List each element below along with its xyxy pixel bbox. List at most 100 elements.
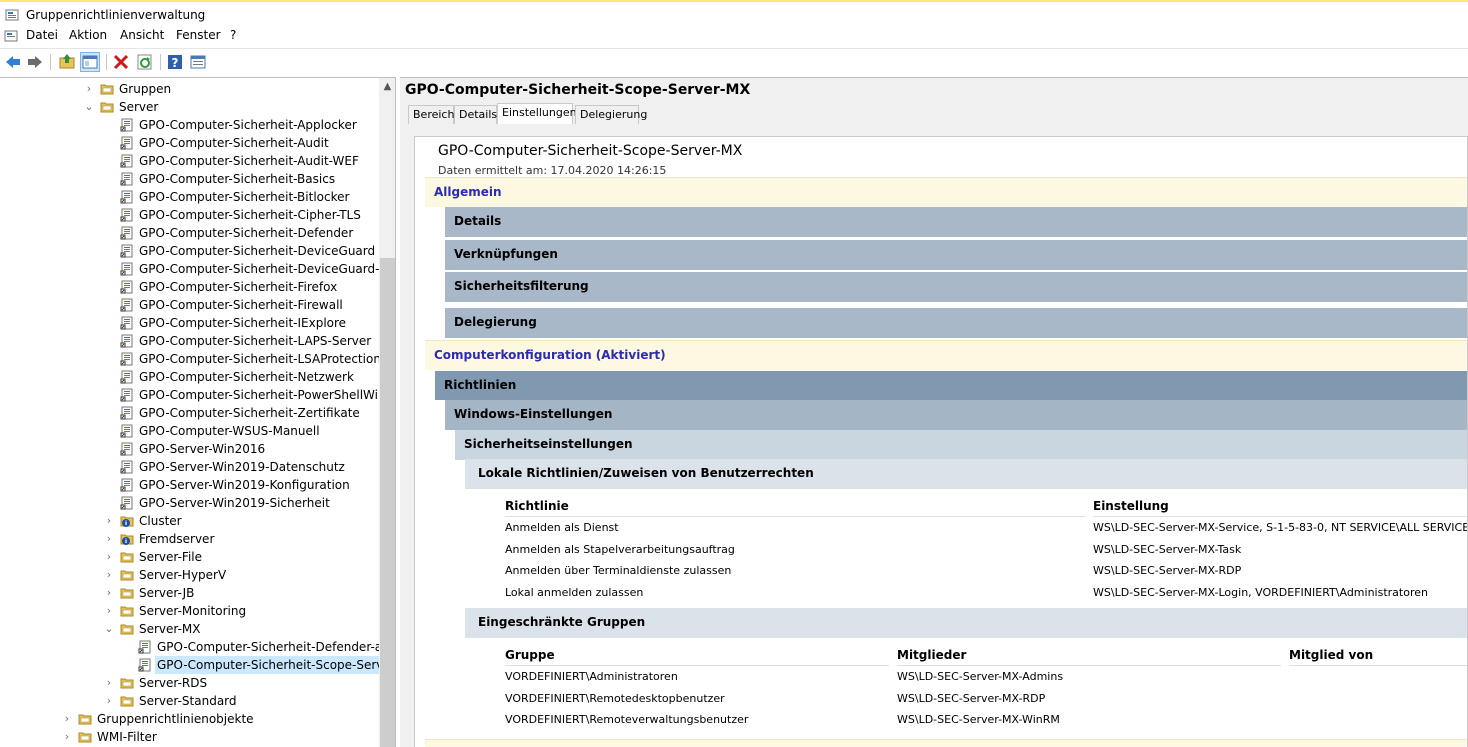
forward-icon[interactable] <box>26 53 44 71</box>
tree-node-label: GPO-Computer-Sicherheit-DeviceGuard-aus <box>139 262 396 276</box>
tab-bereich[interactable]: Bereich <box>408 105 454 124</box>
section-details[interactable]: Details <box>445 207 1467 237</box>
section-computerkonfiguration[interactable]: Computerkonfiguration (Aktiviert) <box>425 340 1467 370</box>
expand-chevron-icon[interactable]: › <box>104 566 114 584</box>
section-windows-einstellungen[interactable]: Windows-Einstellungen <box>445 400 1467 430</box>
groups-row-2-group: VORDEFINIERT\Remotedesktopbenutzer <box>505 692 725 705</box>
tree-node[interactable]: GPO-Computer-Sicherheit-Bitlocker <box>0 188 379 206</box>
tree-node[interactable]: GPO-Computer-Sicherheit-DeviceGuard <box>0 242 379 260</box>
tree-node[interactable]: GPO-Computer-Sicherheit-Firewall <box>0 296 379 314</box>
tree-node[interactable]: GPO-Computer-Sicherheit-Applocker <box>0 116 379 134</box>
gpo-link-icon <box>138 640 151 654</box>
expand-chevron-icon[interactable]: › <box>104 692 114 710</box>
expand-chevron-icon[interactable]: › <box>62 710 72 728</box>
tree-node[interactable]: › Gruppen <box>0 80 379 98</box>
tree-node[interactable]: › Server-Standard <box>0 692 379 710</box>
back-icon[interactable] <box>4 53 22 71</box>
svg-text:?: ? <box>172 56 179 70</box>
tab-details[interactable]: Details <box>454 105 497 124</box>
tree-node[interactable]: › Gruppenrichtlinienobjekte <box>0 710 379 728</box>
tree-node[interactable]: GPO-Computer-Sicherheit-PowerShellWinRM <box>0 386 395 404</box>
section-eingeschraenkte-gruppen-label: Eingeschränkte Gruppen <box>478 615 646 629</box>
groups-row-1-members: WS\LD-SEC-Server-MX-Admins <box>897 670 1064 683</box>
collapse-chevron-icon[interactable]: ⌄ <box>104 620 114 638</box>
tree-node[interactable]: GPO-Computer-Sicherheit-LAPS-Server <box>0 332 379 350</box>
section-eingeschraenkte-gruppen[interactable]: Eingeschränkte Gruppen <box>465 608 1467 638</box>
help-icon[interactable]: ? <box>166 53 184 71</box>
tree-node[interactable]: GPO-Server-Win2019-Konfiguration <box>0 476 379 494</box>
tree-node[interactable]: GPO-Computer-WSUS-Manuell <box>0 422 379 440</box>
tree-node[interactable]: GPO-Computer-Sicherheit-Audit <box>0 134 379 152</box>
tree-node[interactable]: GPO-Computer-Sicherheit-Zertifikate <box>0 404 379 422</box>
menu-datei[interactable]: Datei <box>26 28 58 42</box>
section-verknuepfungen[interactable]: Verknüpfungen <box>445 240 1467 270</box>
delete-icon[interactable] <box>112 53 130 71</box>
tree-node[interactable]: GPO-Computer-Sicherheit-Cipher-TLS <box>0 206 379 224</box>
tree-node[interactable]: GPO-Computer-Sicherheit-IExplore <box>0 314 379 332</box>
tree-node[interactable]: GPO-Computer-Sicherheit-LSAProtection <box>0 350 381 368</box>
tree-node[interactable]: GPO-Computer-Sicherheit-Scope-Server-MX <box>0 656 395 674</box>
scroll-thumb[interactable] <box>380 258 395 747</box>
tree-node[interactable]: › Server-Monitoring <box>0 602 379 620</box>
properties-icon[interactable] <box>189 53 207 71</box>
tree-node[interactable]: GPO-Server-Win2019-Datenschutz <box>0 458 379 476</box>
section-delegierung[interactable]: Delegierung <box>445 308 1467 338</box>
tree-node[interactable]: GPO-Computer-Sicherheit-Defender <box>0 224 379 242</box>
section-sicherheitseinstellungen[interactable]: Sicherheitseinstellungen <box>455 430 1467 460</box>
expand-chevron-icon[interactable]: › <box>104 512 114 530</box>
tree-node[interactable]: › Cluster <box>0 512 379 530</box>
tree-node-label: Fremdserver <box>139 532 215 546</box>
up-folder-icon[interactable] <box>58 53 76 71</box>
tree-node[interactable]: GPO-Server-Win2019-Sicherheit <box>0 494 379 512</box>
tree-node-label: Server-RDS <box>139 676 208 690</box>
tree-node-label: Server-Standard <box>139 694 237 708</box>
tree-node[interactable]: ⌄ Server-MX <box>0 620 379 638</box>
tree-node[interactable]: › WMI-Filter <box>0 728 379 746</box>
section-richtlinien[interactable]: Richtlinien <box>435 371 1467 400</box>
menu-ansicht[interactable]: Ansicht <box>120 28 164 42</box>
collapse-chevron-icon[interactable]: ⌄ <box>84 98 94 116</box>
expand-chevron-icon[interactable]: › <box>104 584 114 602</box>
show-hide-tree-icon[interactable] <box>80 52 100 72</box>
tree-node[interactable]: GPO-Computer-Sicherheit-Netzwerk <box>0 368 379 386</box>
tree-node[interactable]: › Server-File <box>0 548 379 566</box>
tree-node-label: GPO-Computer-Sicherheit-Zertifikate <box>139 406 360 420</box>
expand-chevron-icon[interactable]: › <box>104 674 114 692</box>
tree-node[interactable]: GPO-Computer-Sicherheit-DeviceGuard-aus <box>0 260 395 278</box>
tree-node[interactable]: › Server-JB <box>0 584 379 602</box>
menu-help[interactable]: ? <box>230 28 236 42</box>
tree-node[interactable]: GPO-Computer-Sicherheit-Audit-WEF <box>0 152 379 170</box>
tree-node[interactable]: GPO-Computer-Sicherheit-Firefox <box>0 278 379 296</box>
section-sicherheitsfilterung[interactable]: Sicherheitsfilterung <box>445 272 1467 302</box>
expand-chevron-icon[interactable]: › <box>104 548 114 566</box>
tree-node-label: Gruppenrichtlinienobjekte <box>97 712 254 726</box>
tree-node[interactable]: GPO-Computer-Sicherheit-Basics <box>0 170 379 188</box>
expand-chevron-icon[interactable]: › <box>104 530 114 548</box>
expand-chevron-icon[interactable]: › <box>104 602 114 620</box>
ou-folder-warning-icon <box>120 534 134 545</box>
menu-fenster[interactable]: Fenster <box>176 28 221 42</box>
menu-aktion[interactable]: Aktion <box>69 28 107 42</box>
tree-node[interactable]: › Fremdserver <box>0 530 379 548</box>
tree-node[interactable]: › Server-HyperV <box>0 566 379 584</box>
section-benutzerkonfiguration-partial[interactable] <box>425 739 1467 747</box>
expand-chevron-icon[interactable]: › <box>84 80 94 98</box>
tree-node[interactable]: ⌄ Server <box>0 98 379 116</box>
expand-chevron-icon[interactable]: › <box>62 728 72 746</box>
tree-node[interactable]: GPO-Computer-Sicherheit-Defender-aus <box>0 638 395 656</box>
tree-node[interactable]: › Server-RDS <box>0 674 379 692</box>
settings-report: GPO-Computer-Sicherheit-Scope-Server-MX … <box>414 136 1468 747</box>
scroll-up-button[interactable]: ▲ <box>379 78 395 95</box>
tree-node-label: GPO-Server-Win2016 <box>139 442 266 456</box>
rights-row-4-setting: WS\LD-SEC-Server-MX-Login, VORDEFINIERT\… <box>1093 586 1428 599</box>
gpmc-app-icon <box>5 9 19 21</box>
system-menu-icon[interactable] <box>4 29 18 43</box>
refresh-icon[interactable] <box>136 53 154 71</box>
tab-delegierung[interactable]: Delegierung <box>575 105 647 124</box>
tree-vertical-scrollbar[interactable]: ▲ <box>379 78 395 747</box>
section-allgemein[interactable]: Allgemein <box>425 177 1467 207</box>
gpo-link-icon <box>138 658 151 672</box>
section-lokale-richtlinien[interactable]: Lokale Richtlinien/Zuweisen von Benutzer… <box>465 459 1467 489</box>
tab-einstellungen[interactable]: Einstellungen <box>497 103 577 124</box>
tree-node[interactable]: GPO-Server-Win2016 <box>0 440 379 458</box>
